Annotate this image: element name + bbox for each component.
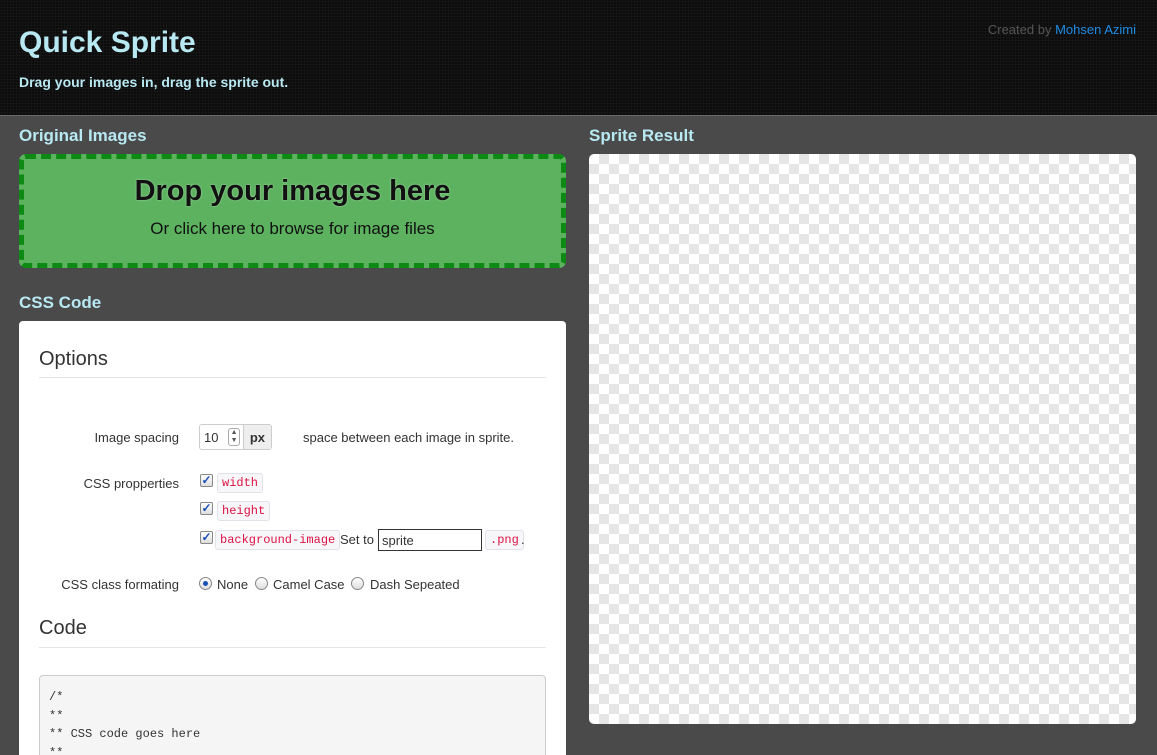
background-image-checkbox[interactable]: ✓: [200, 531, 213, 544]
app-subtitle: Drag your images in, drag the sprite out…: [19, 74, 289, 90]
height-property-tag: height: [217, 501, 271, 521]
credit-prefix: Created by: [987, 22, 1052, 37]
set-to-label: Set to: [340, 532, 374, 547]
credit-line: Created by Mohsen Azimi: [988, 22, 1136, 37]
app-header: Quick Sprite Drag your images in, drag t…: [0, 0, 1157, 116]
background-image-property-tag: background-image: [215, 530, 341, 550]
sentence-period: .: [521, 532, 525, 547]
css-properties-label: CSS propperties: [83, 476, 179, 491]
options-divider: [39, 377, 546, 378]
dropzone-title: Drop your images here: [134, 175, 451, 207]
original-images-title: Original Images: [19, 126, 147, 145]
image-spacing-value[interactable]: 10: [200, 430, 228, 445]
css-code-title: CSS Code: [19, 293, 102, 312]
code-heading: Code: [39, 617, 87, 639]
height-checkbox[interactable]: ✓: [200, 502, 213, 515]
sprite-filename-input[interactable]: [378, 529, 482, 551]
image-spacing-hint: space between each image in sprite.: [303, 430, 515, 445]
width-checkbox[interactable]: ✓: [200, 474, 213, 487]
sprite-result-canvas[interactable]: [589, 154, 1136, 724]
app-title: Quick Sprite: [19, 26, 196, 59]
dropzone-browse-hint: Or click here to browse for image files: [150, 219, 435, 238]
css-code-panel: Options Image spacing 10 ▲ ▼ px space bet…: [19, 321, 566, 755]
radio-camel-case-label[interactable]: Camel Case: [273, 577, 345, 592]
png-extension-tag: .png: [485, 530, 524, 550]
css-class-format-label: CSS class formating: [61, 577, 179, 592]
options-heading: Options: [39, 348, 108, 370]
radio-dash-separated[interactable]: [351, 577, 364, 590]
width-property-tag: width: [217, 473, 264, 493]
radio-none[interactable]: [199, 577, 212, 590]
radio-camel-case[interactable]: [255, 577, 268, 590]
code-divider: [39, 647, 546, 648]
image-spacing-stepper[interactable]: 10 ▲ ▼ px: [199, 424, 272, 450]
spacing-unit: px: [242, 425, 271, 449]
author-link[interactable]: Mohsen Azimi: [1055, 22, 1136, 37]
stepper-arrows-icon[interactable]: ▲ ▼: [228, 428, 240, 446]
image-spacing-label: Image spacing: [94, 430, 179, 445]
radio-dash-separated-label[interactable]: Dash Sepeated: [370, 577, 460, 592]
image-dropzone[interactable]: Drop your images here Or click here to b…: [19, 154, 566, 268]
sprite-result-title: Sprite Result: [589, 126, 694, 145]
radio-none-label[interactable]: None: [217, 577, 248, 592]
css-code-output[interactable]: /* ** ** CSS code goes here **: [39, 675, 546, 755]
